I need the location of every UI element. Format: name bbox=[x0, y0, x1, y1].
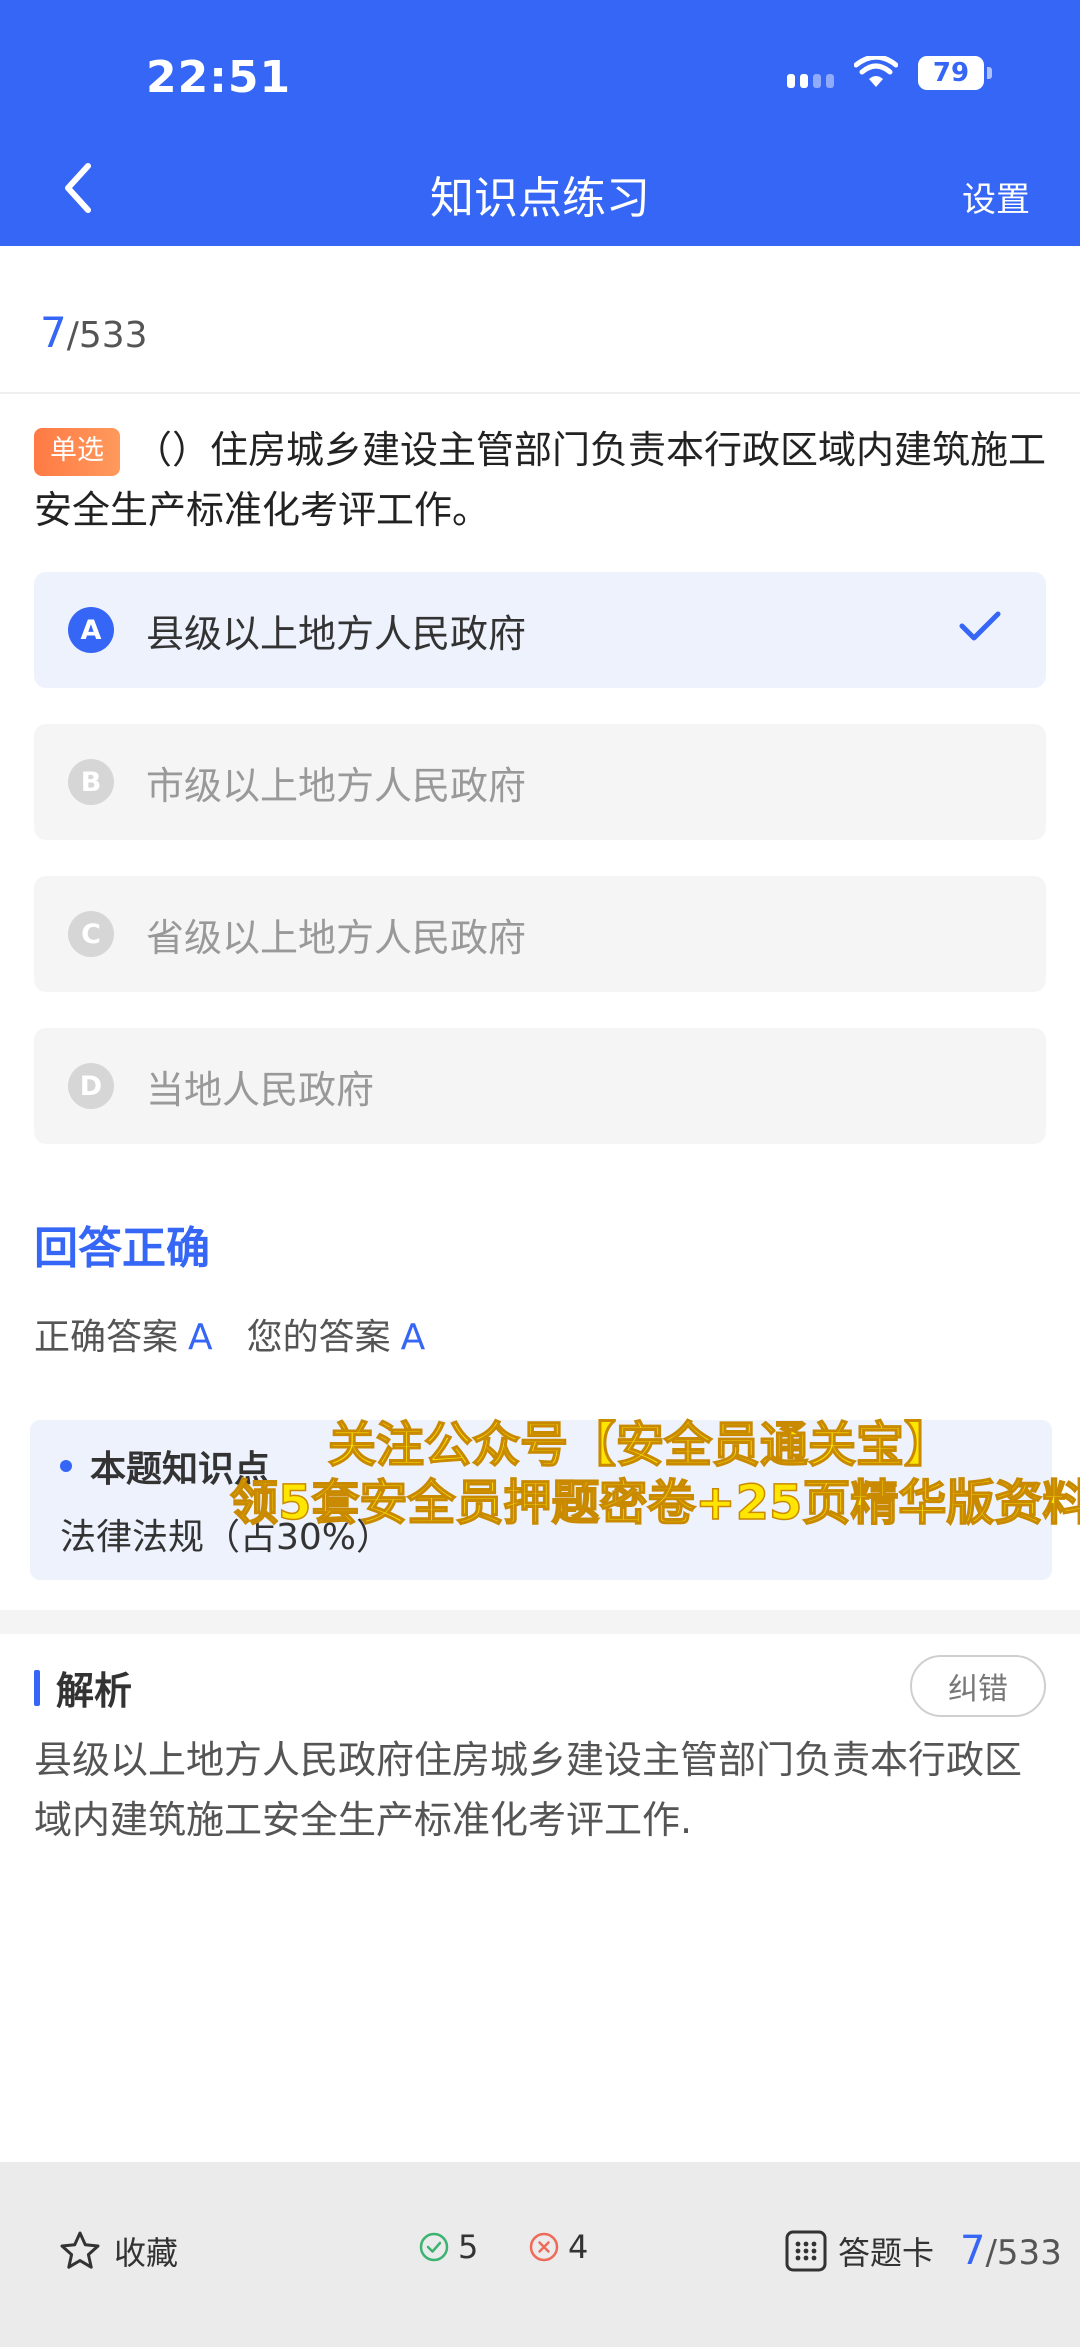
x-circle-icon bbox=[529, 2232, 559, 2262]
wrong-count-value: 4 bbox=[568, 2228, 589, 2266]
answer-summary: 正确答案 A 您的答案 A bbox=[34, 1308, 425, 1360]
correct-count: 5 bbox=[418, 2228, 478, 2266]
answer-card-label: 答题卡 bbox=[838, 2234, 935, 2272]
grid-icon bbox=[785, 2230, 827, 2272]
question-type-badge: 单选 bbox=[34, 428, 120, 476]
status-time: 22:51 bbox=[146, 52, 292, 103]
section-separator bbox=[0, 1610, 1080, 1634]
your-answer: 您的答案 A bbox=[247, 1308, 426, 1360]
option-letter: B bbox=[68, 759, 114, 805]
report-error-button[interactable]: 纠错 bbox=[910, 1655, 1046, 1717]
option-b[interactable]: B 市级以上地方人民政府 bbox=[34, 724, 1046, 840]
checkmark-icon bbox=[959, 611, 1001, 641]
bottom-progress-current: 7 bbox=[960, 2228, 986, 2274]
option-d[interactable]: D 当地人民政府 bbox=[34, 1028, 1046, 1144]
analysis-heading: 解析 bbox=[34, 1660, 132, 1715]
promo-overlay-line2: 领5套安全员押题密卷+25页精华版资料 bbox=[229, 1474, 1080, 1532]
correct-count-value: 5 bbox=[458, 2228, 479, 2266]
result-title: 回答正确 bbox=[34, 1223, 210, 1274]
status-icons: 79 bbox=[787, 56, 992, 90]
accent-bar bbox=[34, 1669, 40, 1706]
divider bbox=[0, 392, 1080, 394]
option-letter: C bbox=[68, 911, 114, 957]
progress-total: /533 bbox=[66, 315, 148, 356]
option-text: 市级以上地方人民政府 bbox=[146, 763, 527, 808]
wrong-count: 4 bbox=[528, 2228, 588, 2266]
option-a[interactable]: A 县级以上地方人民政府 bbox=[34, 572, 1046, 688]
option-text: 县级以上地方人民政府 bbox=[146, 611, 527, 656]
battery-icon: 79 bbox=[918, 56, 992, 90]
option-letter: A bbox=[68, 607, 114, 653]
correct-answer: 正确答案 A bbox=[34, 1308, 213, 1360]
bullet-dot-icon bbox=[60, 1460, 72, 1472]
your-answer-label: 您的答案 bbox=[246, 1317, 391, 1358]
option-c[interactable]: C 省级以上地方人民政府 bbox=[34, 876, 1046, 992]
option-text: 当地人民政府 bbox=[146, 1067, 375, 1112]
settings-button[interactable]: 设置 bbox=[962, 172, 1030, 221]
correct-answer-label: 正确答案 bbox=[34, 1317, 179, 1358]
analysis-title: 解析 bbox=[56, 1669, 133, 1713]
question-progress: 7/533 bbox=[40, 308, 148, 357]
correct-answer-value: A bbox=[188, 1317, 213, 1358]
bottom-progress: 7/533 bbox=[960, 2228, 1062, 2274]
favorite-label: 收藏 bbox=[114, 2234, 179, 2272]
analysis-text: 县级以上地方人民政府住房城乡建设主管部门负责本行政区域内建筑施工安全生产标准化考… bbox=[34, 1738, 1023, 1842]
option-letter: D bbox=[68, 1063, 114, 1109]
app-header: 22:51 79 知识点练习 设置 bbox=[0, 0, 1080, 246]
check-circle-icon bbox=[419, 2232, 449, 2262]
question-text: （）住房城乡建设主管部门负责本行政区域内建筑施工安全生产标准化考评工作。 bbox=[34, 428, 1047, 532]
star-icon bbox=[60, 2231, 100, 2269]
answer-card-button[interactable]: 答题卡 7/533 bbox=[784, 2228, 1062, 2274]
battery-level: 79 bbox=[932, 58, 970, 88]
bottom-progress-total: /533 bbox=[985, 2233, 1062, 2273]
favorite-button[interactable]: 收藏 bbox=[58, 2228, 178, 2274]
progress-current: 7 bbox=[40, 308, 67, 357]
your-answer-value: A bbox=[400, 1317, 426, 1358]
cellular-signal-icon bbox=[787, 58, 834, 88]
page-title: 知识点练习 bbox=[430, 173, 650, 224]
bottom-toolbar: 收藏 5 4 答题卡 7/533 bbox=[0, 2162, 1080, 2347]
question-stem: 单选 （）住房城乡建设主管部门负责本行政区域内建筑施工安全生产标准化考评工作。 bbox=[34, 420, 1049, 540]
option-text: 省级以上地方人民政府 bbox=[146, 915, 527, 960]
wifi-icon bbox=[854, 56, 898, 87]
